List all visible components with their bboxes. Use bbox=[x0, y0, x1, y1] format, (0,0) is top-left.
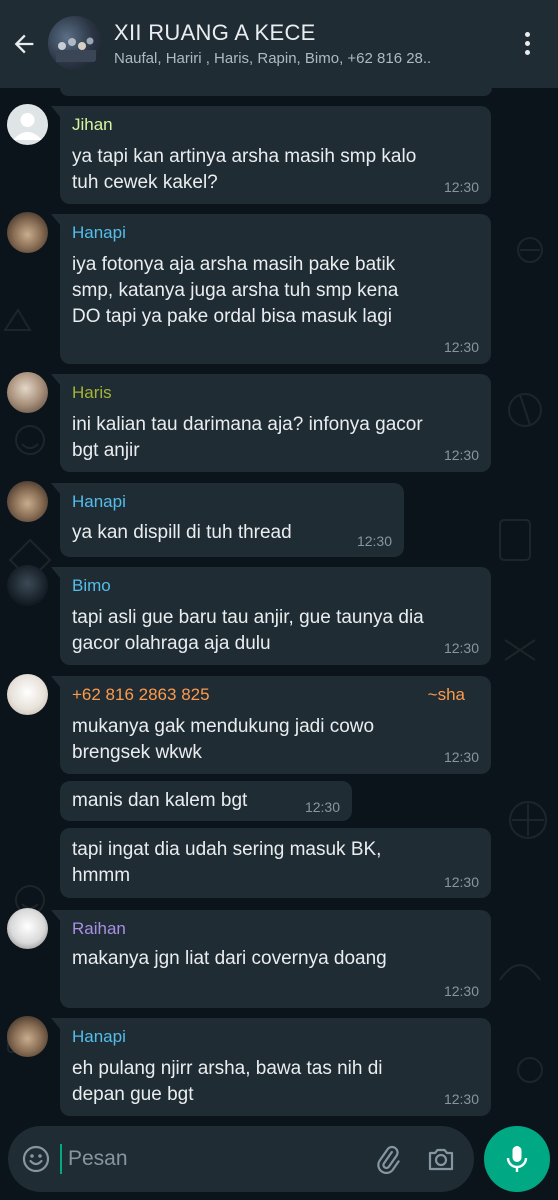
message-time: 12:30 bbox=[443, 339, 479, 355]
avatar[interactable] bbox=[7, 104, 48, 145]
sender-pushname: ~sha bbox=[427, 685, 465, 704]
message-text: ya kan dispill di tuh thread bbox=[72, 522, 292, 543]
text-caret bbox=[60, 1144, 62, 1174]
message-text: tapi ingat dia udah sering masuk BK, hmm… bbox=[72, 839, 382, 886]
avatar[interactable] bbox=[7, 1016, 48, 1057]
default-user-icon bbox=[13, 113, 42, 140]
chat-header: XII RUANG A KECE Naufal, Hariri , Haris,… bbox=[0, 0, 558, 88]
message-text: manis dan kalem bgt bbox=[72, 790, 248, 811]
sender-name[interactable]: Haris bbox=[72, 383, 112, 403]
message-time: 12:30 bbox=[304, 799, 340, 815]
message-text: tapi asli gue baru tau anjir, gue taunya… bbox=[72, 607, 424, 654]
group-avatar[interactable] bbox=[48, 16, 102, 70]
sender-name[interactable]: +62 816 2863 825 bbox=[72, 685, 210, 705]
sender-name[interactable]: Hanapi bbox=[72, 223, 126, 243]
paperclip-icon[interactable] bbox=[372, 1144, 402, 1174]
message-bubble[interactable]: Hanapi iya fotonya aja arsha masih pake … bbox=[51, 214, 491, 364]
avatar[interactable] bbox=[7, 674, 48, 715]
message-text: ini kalian tau darimana aja? infonya gac… bbox=[72, 414, 423, 461]
voice-record-button[interactable] bbox=[484, 1126, 550, 1192]
message-time: 12:30 bbox=[443, 179, 479, 195]
message-time: 12:30 bbox=[356, 533, 392, 549]
sender-name[interactable]: Jihan bbox=[72, 115, 113, 135]
message-bubble[interactable]: Haris ini kalian tau darimana aja? infon… bbox=[51, 374, 491, 472]
emoji-icon[interactable] bbox=[22, 1145, 50, 1173]
mic-icon bbox=[506, 1146, 528, 1172]
message-bubble[interactable]: manis dan kalem bgt 12:30 bbox=[60, 781, 352, 821]
message-text: eh pulang njirr arsha, bawa tas nih di d… bbox=[72, 1058, 383, 1105]
message-time: 12:30 bbox=[443, 1091, 479, 1107]
avatar[interactable] bbox=[7, 908, 48, 949]
message-text: mukanya gak mendukung jadi cowo brengsek… bbox=[72, 716, 375, 763]
message-time: 12:30 bbox=[443, 447, 479, 463]
message-text: makanya jgn liat dari covernya doang bbox=[72, 948, 387, 969]
message-time: 12:30 bbox=[443, 640, 479, 656]
chat-members[interactable]: Naufal, Hariri , Haris, Rapin, Bimo, +62… bbox=[114, 50, 490, 67]
message-bubble[interactable]: Bimo tapi asli gue baru tau anjir, gue t… bbox=[51, 567, 491, 665]
message-text: iya fotonya aja arsha masih pake batik s… bbox=[72, 254, 399, 327]
avatar[interactable] bbox=[7, 565, 48, 606]
message-bubble[interactable]: Jihan ya tapi kan artinya arsha masih sm… bbox=[51, 106, 491, 204]
more-vert-icon[interactable] bbox=[520, 32, 534, 58]
camera-icon[interactable] bbox=[426, 1144, 456, 1174]
message-bubble[interactable]: Hanapi eh pulang njirr arsha, bawa tas n… bbox=[51, 1018, 491, 1116]
message-bubble[interactable]: Raihan makanya jgn liat dari covernya do… bbox=[51, 910, 491, 1008]
sender-name[interactable]: Hanapi bbox=[72, 492, 126, 512]
message-bubble[interactable]: tapi ingat dia udah sering masuk BK, hmm… bbox=[60, 828, 491, 898]
sender-name[interactable]: Bimo bbox=[72, 576, 111, 596]
avatar[interactable] bbox=[7, 481, 48, 522]
message-input[interactable]: Pesan bbox=[68, 1147, 128, 1171]
avatar[interactable] bbox=[7, 372, 48, 413]
avatar[interactable] bbox=[7, 212, 48, 253]
message-composer: Pesan bbox=[8, 1126, 474, 1192]
arrow-left-icon[interactable] bbox=[10, 30, 38, 58]
sender-name[interactable]: Raihan bbox=[72, 919, 126, 939]
sender-name[interactable]: Hanapi bbox=[72, 1027, 126, 1047]
message-bubble[interactable]: Hanapi ya kan dispill di tuh thread 12:3… bbox=[51, 483, 404, 557]
message-bubble[interactable]: +62 816 2863 825 ~sha mukanya gak menduk… bbox=[51, 676, 491, 774]
message-time: 12:30 bbox=[443, 874, 479, 890]
message-text: ya tapi kan artinya arsha masih smp kalo… bbox=[72, 146, 417, 193]
message-time: 12:30 bbox=[443, 749, 479, 765]
chat-title[interactable]: XII RUANG A KECE bbox=[114, 20, 316, 46]
message-time: 12:30 bbox=[443, 983, 479, 999]
